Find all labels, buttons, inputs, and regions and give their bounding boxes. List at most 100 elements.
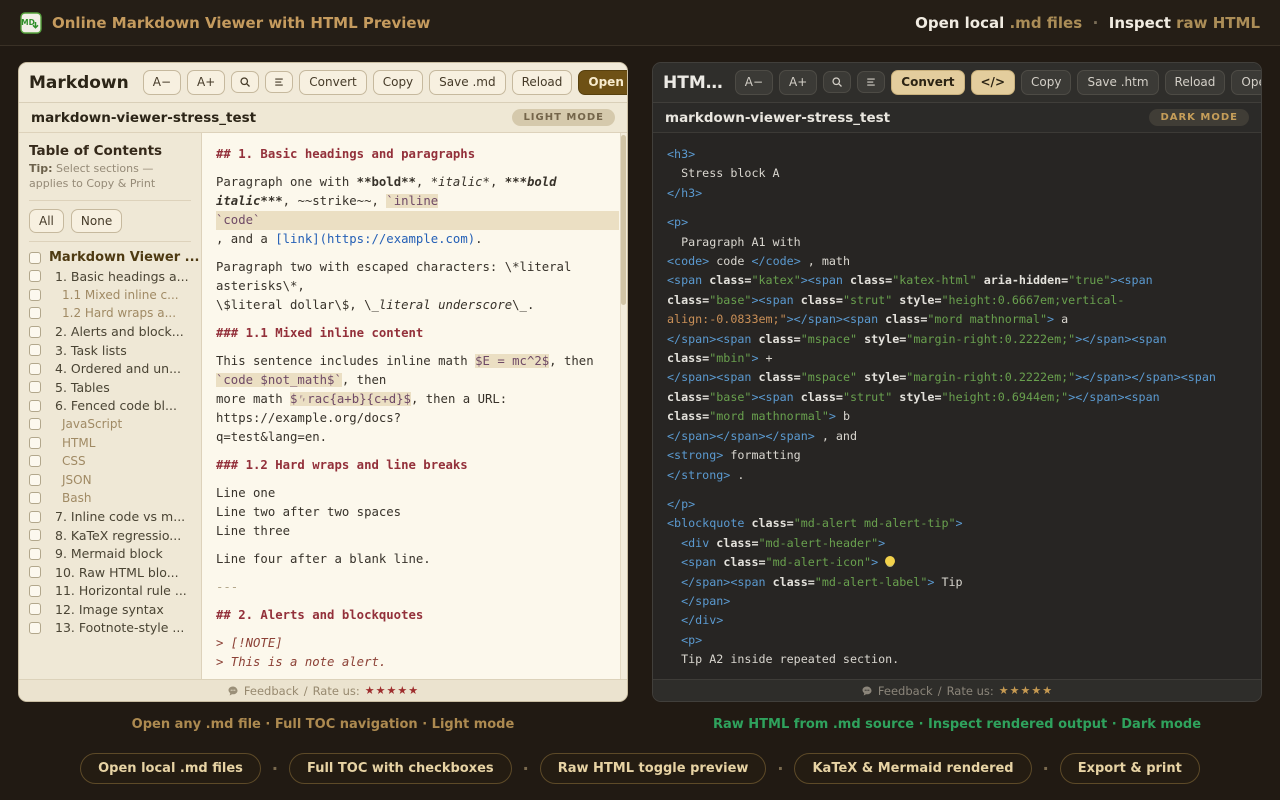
code-line: </div>: [667, 611, 1247, 630]
outline-button[interactable]: [857, 71, 885, 93]
markdown-line: [216, 249, 619, 258]
markdown-line: more math $␌rac{a+b}{c+d}$, then a URL:: [216, 390, 619, 409]
toc-item[interactable]: 10. Raw HTML blo...: [29, 566, 191, 580]
code-line: class="mord mathnormal"> b: [667, 407, 1247, 426]
toc-item[interactable]: JavaScript: [29, 418, 191, 432]
open-md-button[interactable]: Open .md: [1231, 70, 1262, 94]
toc-item[interactable]: 12. Image syntax: [29, 603, 191, 617]
open-md-button[interactable]: Open .md: [578, 70, 628, 94]
toc-item[interactable]: 1. Basic headings a...: [29, 270, 191, 284]
toc-checkbox[interactable]: [29, 418, 41, 430]
font-increase-button[interactable]: A+: [187, 70, 225, 94]
toc-item[interactable]: 13. Footnote-style ...: [29, 621, 191, 635]
reload-button[interactable]: Reload: [1165, 70, 1226, 94]
outline-button[interactable]: [265, 71, 293, 93]
rating-stars[interactable]: ★★★★★: [365, 684, 419, 697]
toc-checkbox[interactable]: [29, 363, 41, 375]
toc-checkbox[interactable]: [29, 307, 41, 319]
toc-checkbox[interactable]: [29, 585, 41, 597]
toc-checkbox[interactable]: [29, 289, 41, 301]
toc-item[interactable]: 8. KaTeX regressio...: [29, 529, 191, 543]
feedback-link[interactable]: Feedback: [878, 684, 933, 698]
markdown-line: ### 1.2 Hard wraps and line breaks: [216, 456, 619, 475]
save-md-button[interactable]: Save .md: [429, 70, 505, 94]
pill-katex-mermaid[interactable]: KaTeX & Mermaid rendered: [794, 753, 1031, 784]
markdown-panel-title: Markdown: [29, 73, 129, 93]
toc-checkbox[interactable]: [29, 511, 41, 523]
toc-item[interactable]: CSS: [29, 455, 191, 469]
feedback-link[interactable]: Feedback: [244, 684, 299, 698]
convert-button[interactable]: Convert: [891, 70, 964, 94]
html-panel: HTM… A−A+Convert</>CopySave .htmReloadOp…: [652, 62, 1262, 702]
markdown-scrollbar[interactable]: [620, 133, 627, 679]
code-line: <blockquote class="md-alert md-alert-tip…: [667, 514, 1247, 533]
toc-select-none-button[interactable]: None: [71, 209, 122, 233]
code-line: <p>: [667, 213, 1247, 232]
toc-checkbox[interactable]: [29, 455, 41, 467]
toc-checkbox[interactable]: [29, 437, 41, 449]
toc-item[interactable]: 11. Horizontal rule ...: [29, 584, 191, 598]
toc-item[interactable]: 2. Alerts and block...: [29, 325, 191, 339]
toc-checkbox[interactable]: [29, 603, 41, 615]
toc-checkbox[interactable]: [29, 529, 41, 541]
toc-checkbox[interactable]: [29, 622, 41, 634]
toc-item[interactable]: 1.2 Hard wraps a...: [29, 307, 191, 321]
toc-item[interactable]: Bash: [29, 492, 191, 506]
code-line: <h3>: [667, 145, 1247, 164]
toc-item[interactable]: 6. Fenced code bl...: [29, 399, 191, 413]
toc-item[interactable]: 1.1 Mixed inline c...: [29, 288, 191, 302]
top-tagline: Open local .md files · Inspect raw HTML: [915, 14, 1260, 32]
markdown-line: This sentence includes inline math $E = …: [216, 352, 619, 371]
markdown-source-view: ## 1. Basic headings and paragraphsParag…: [202, 133, 627, 679]
reload-button[interactable]: Reload: [512, 70, 573, 94]
markdown-line: `code`: [216, 211, 619, 230]
toc-checkbox[interactable]: [29, 270, 41, 282]
toc-item[interactable]: 4. Ordered and un...: [29, 362, 191, 376]
toc-item[interactable]: 3. Task lists: [29, 344, 191, 358]
font-increase-button[interactable]: A+: [779, 70, 817, 94]
markdown-line: [216, 315, 619, 324]
code-line: </span><span class="mspace" style="margi…: [667, 368, 1247, 387]
toc-checkbox[interactable]: [29, 326, 41, 338]
toc-item[interactable]: 7. Inline code vs m...: [29, 510, 191, 524]
rating-stars[interactable]: ★★★★★: [999, 684, 1053, 697]
search-button[interactable]: [823, 71, 851, 93]
outline-icon: [865, 76, 877, 88]
code-line: class="base"><span class="strut" style="…: [667, 388, 1247, 407]
toc-checkbox[interactable]: [29, 252, 41, 264]
markdown-panel-footer: Feedback / Rate us: ★★★★★: [19, 679, 627, 701]
toc-item[interactable]: 5. Tables: [29, 381, 191, 395]
font-decrease-button[interactable]: A−: [735, 70, 773, 94]
toc-item-label: 7. Inline code vs m...: [49, 509, 185, 524]
toc-checkbox[interactable]: [29, 381, 41, 393]
markdown-line: ### 1.1 Mixed inline content: [216, 324, 619, 343]
pill-full-toc[interactable]: Full TOC with checkboxes: [289, 753, 512, 784]
toc-checkbox[interactable]: [29, 492, 41, 504]
copy-button[interactable]: Copy: [1021, 70, 1071, 94]
convert-button[interactable]: Convert: [299, 70, 366, 94]
markdown-line: , and a [link](https://example.com).: [216, 230, 619, 249]
toc-item-label: 8. KaTeX regressio...: [49, 528, 181, 543]
toc-checkbox[interactable]: [29, 400, 41, 412]
code-line: <div class="md-alert-header">: [667, 534, 1247, 553]
toc-item[interactable]: HTML: [29, 436, 191, 450]
font-decrease-button[interactable]: A−: [143, 70, 181, 94]
toc-item[interactable]: JSON: [29, 473, 191, 487]
save-htm-button[interactable]: Save .htm: [1077, 70, 1158, 94]
pill-export-print[interactable]: Export & print: [1060, 753, 1200, 784]
copy-button[interactable]: Copy: [373, 70, 423, 94]
search-button[interactable]: [231, 71, 259, 93]
toc-checkbox[interactable]: [29, 474, 41, 486]
pill-raw-html-toggle[interactable]: Raw HTML toggle preview: [540, 753, 767, 784]
pill-open-local-md[interactable]: Open local .md files: [80, 753, 261, 784]
toc-title: Table of Contents: [29, 143, 191, 159]
toc-item[interactable]: Markdown Viewer ...: [29, 251, 191, 265]
markdown-panel-toolbar: Markdown A−A+ Convert CopySave .md ReloadOp…: [19, 63, 627, 103]
toc-select-all-button[interactable]: All: [29, 209, 64, 233]
toc-checkbox[interactable]: [29, 548, 41, 560]
toc-item[interactable]: 9. Mermaid block: [29, 547, 191, 561]
toc-checkbox[interactable]: [29, 344, 41, 356]
toc-item-label: JSON: [49, 473, 92, 487]
code-view-button[interactable]: </>: [971, 70, 1016, 94]
toc-checkbox[interactable]: [29, 566, 41, 578]
